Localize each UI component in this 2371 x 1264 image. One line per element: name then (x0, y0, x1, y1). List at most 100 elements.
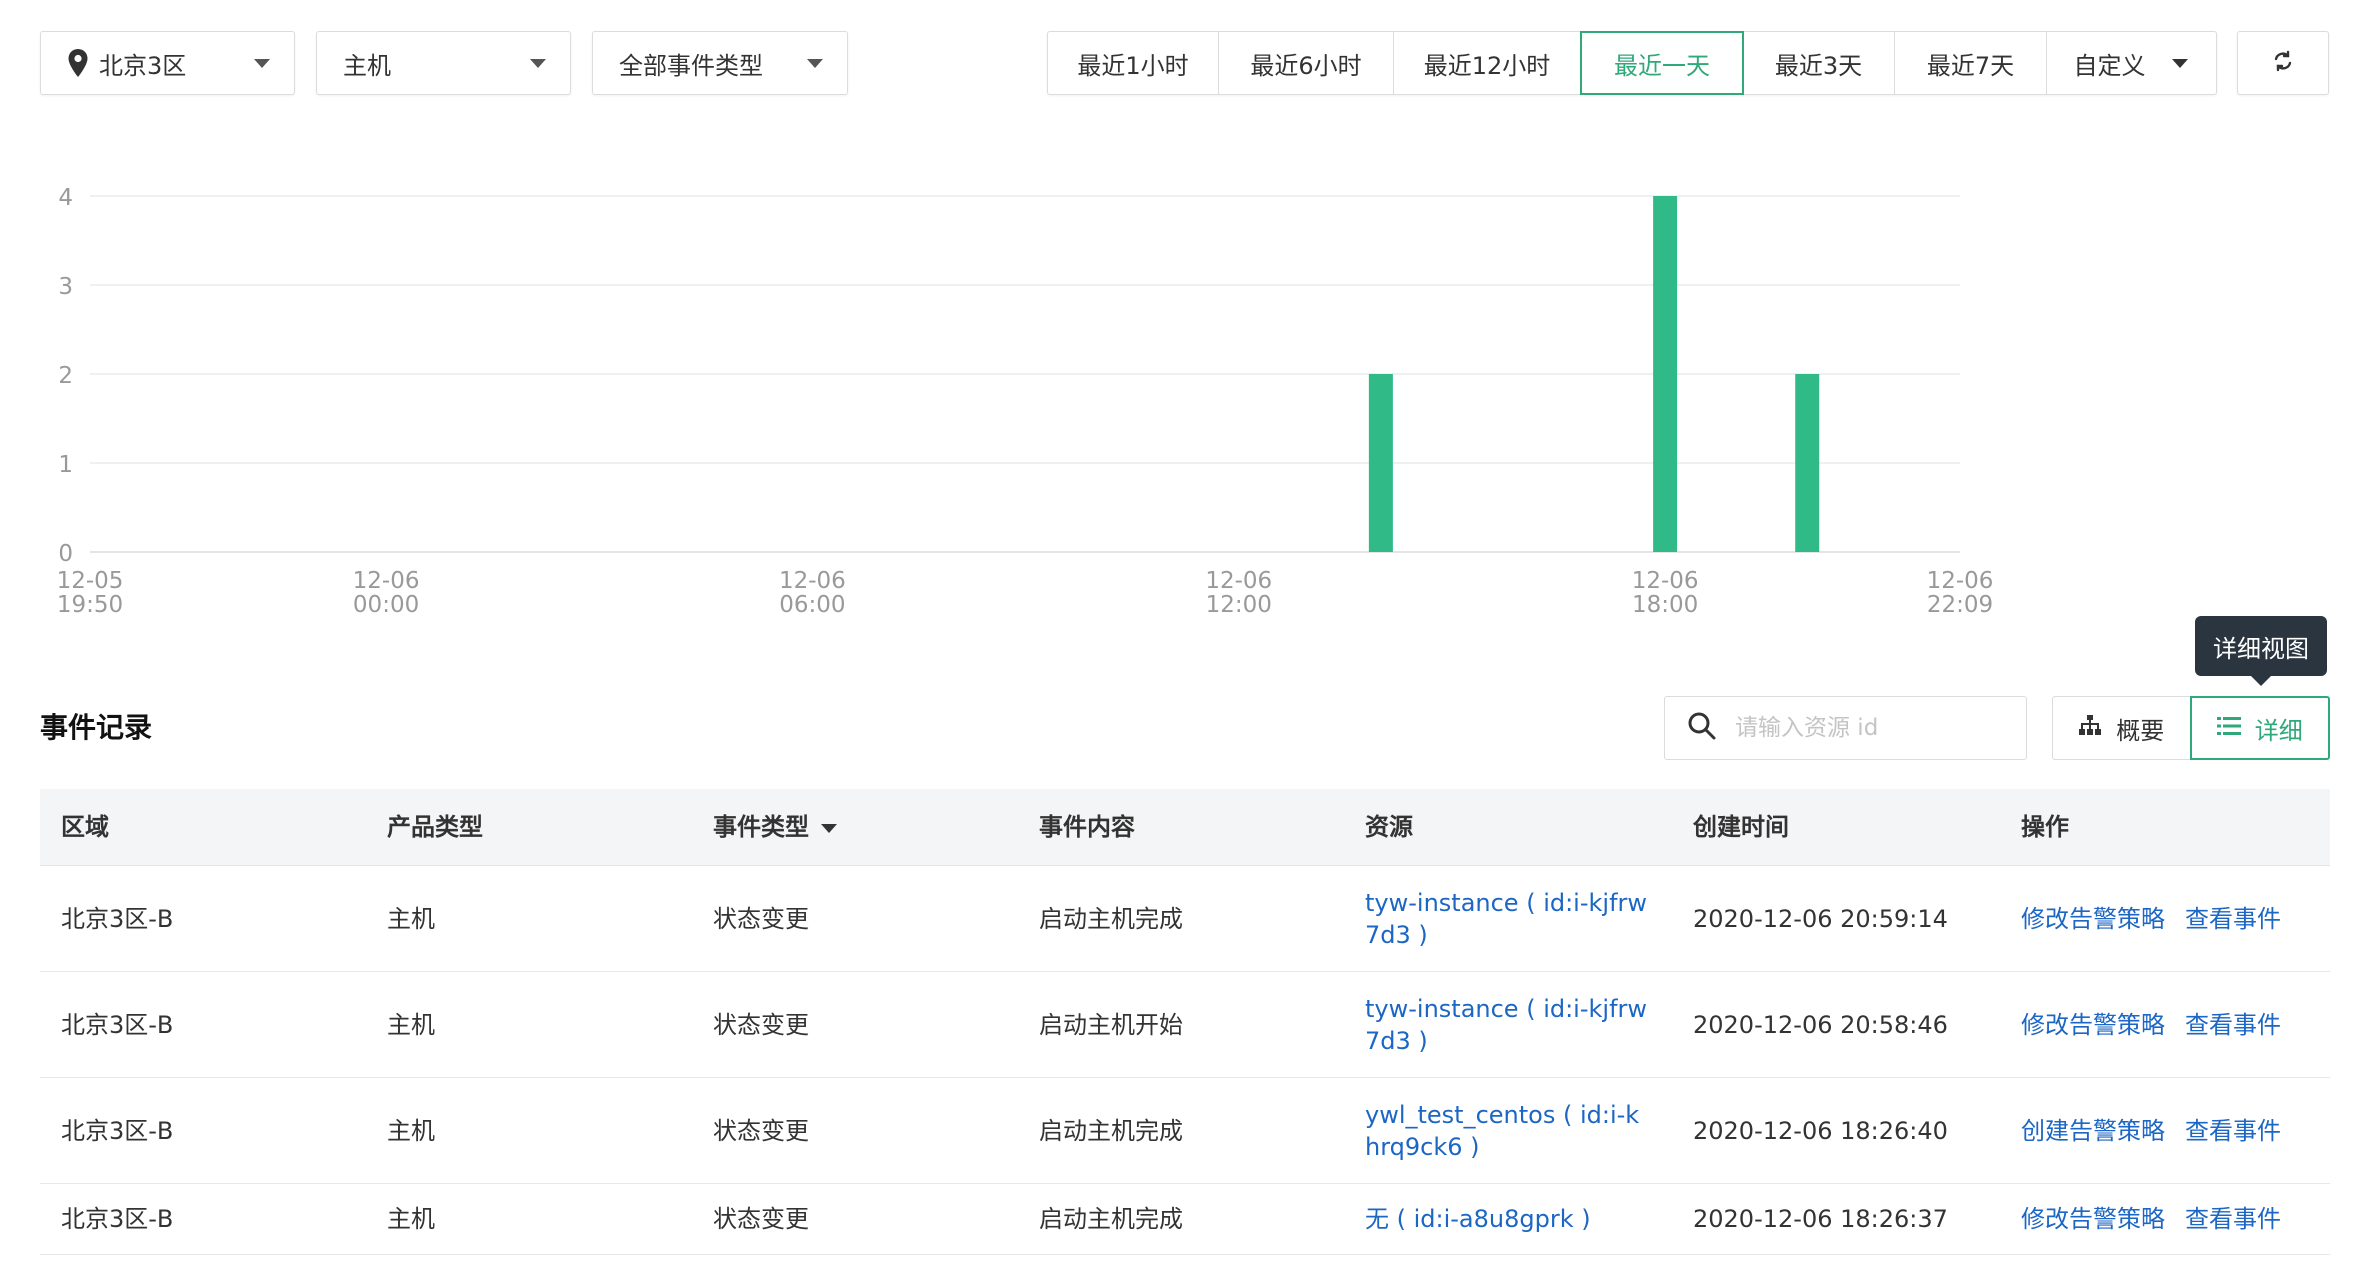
time-range-6h[interactable]: 最近6小时 (1219, 32, 1394, 94)
cell-time: 2020-12-06 20:59:14 (1693, 904, 1948, 933)
edit-alert-policy-link[interactable]: 修改告警策略 (2021, 903, 2165, 935)
cell-time: 2020-12-06 18:26:40 (1693, 1116, 1948, 1145)
detail-view-label: 详细 (2254, 716, 2303, 745)
product-select-label: 主机 (343, 51, 391, 80)
x-tick: 12-0606:00 (779, 568, 846, 618)
cell-product: 主机 (387, 1010, 435, 1039)
cell-content: 启动主机完成 (1039, 1205, 1183, 1233)
event-type-select[interactable]: 全部事件类型 (592, 31, 848, 95)
column-header-actions: 操作 (2021, 813, 2069, 841)
time-range-1d[interactable]: 最近一天 (1580, 31, 1744, 95)
cell-actions: 修改告警策略 查看事件 (2000, 1009, 2330, 1041)
view-event-link[interactable]: 查看事件 (2185, 1009, 2281, 1041)
cell-time: 2020-12-06 20:58:46 (1693, 1010, 1948, 1039)
resource-link[interactable]: ywl_test_centos ( id:i-khrq9ck6 ) (1344, 1099, 1672, 1163)
region-select-label: 北京3区 (99, 51, 187, 80)
cell-time: 2020-12-06 18:26:37 (1693, 1205, 1948, 1233)
cell-region: 北京3区-B (61, 1116, 174, 1145)
time-range-label: 自定义 (2073, 51, 2146, 80)
detail-view-button[interactable]: 详细 (2189, 696, 2330, 760)
table-row: 北京3区-B 主机 状态变更 启动主机完成 无 ( id:i-a8u8gprk … (40, 1184, 2330, 1255)
resource-link[interactable]: tyw-instance ( id:i-kjfrw7d3 ) (1344, 887, 1672, 951)
cell-actions: 修改告警策略 查看事件 (2000, 903, 2330, 935)
refresh-button[interactable] (2237, 31, 2329, 95)
chevron-down-icon (807, 58, 823, 68)
region-select[interactable]: 北京3区 (40, 31, 295, 95)
column-header-time: 创建时间 (1693, 813, 1789, 841)
product-select[interactable]: 主机 (316, 31, 571, 95)
edit-alert-policy-link[interactable]: 修改告警策略 (2021, 1009, 2165, 1041)
events-bar-chart: 01234 12-0519:5012-0600:0012-0606:0012-0… (57, 185, 1994, 618)
y-tick-label: 3 (58, 274, 73, 300)
search-icon (1687, 711, 1717, 745)
chart-bar[interactable] (1368, 374, 1393, 552)
time-range-1h[interactable]: 最近1小时 (1048, 32, 1219, 94)
y-tick-label: 2 (58, 363, 73, 389)
refresh-icon (2272, 50, 2294, 76)
create-alert-policy-link[interactable]: 创建告警策略 (2021, 1115, 2165, 1147)
column-header-event-type-label: 事件类型 (713, 813, 809, 841)
section-title: 事件记录 (40, 711, 153, 744)
chart-grid (90, 195, 1960, 553)
column-header-content: 事件内容 (1039, 813, 1135, 841)
cell-actions: 创建告警策略 查看事件 (2000, 1115, 2330, 1147)
chart-x-axis: 12-0519:5012-0600:0012-0606:0012-0612:00… (57, 568, 1994, 618)
column-header-event-type[interactable]: 事件类型 (692, 811, 1018, 843)
time-range-custom[interactable]: 自定义 (2047, 32, 2214, 94)
event-type-select-label: 全部事件类型 (619, 51, 763, 80)
x-tick: 12-0600:00 (353, 568, 420, 618)
x-tick-time: 19:50 (57, 592, 123, 618)
chevron-down-icon (530, 58, 546, 68)
x-tick: 12-0622:09 (1927, 568, 1994, 618)
cell-event-type: 状态变更 (713, 904, 809, 933)
time-range-label: 最近1小时 (1077, 51, 1189, 80)
time-range-label: 最近3天 (1774, 51, 1863, 80)
x-tick-time: 18:00 (1632, 592, 1698, 618)
filter-caret-icon[interactable] (821, 823, 837, 833)
view-event-link[interactable]: 查看事件 (2185, 1115, 2281, 1147)
summary-view-button[interactable]: 概要 (2052, 696, 2190, 760)
cell-product: 主机 (387, 1116, 435, 1145)
cell-content: 启动主机完成 (1039, 1116, 1183, 1145)
cell-product: 主机 (387, 904, 435, 933)
resource-search-input[interactable] (1733, 714, 2017, 742)
cell-event-type: 状态变更 (713, 1205, 809, 1233)
table-row: 北京3区-B 主机 状态变更 启动主机开始 tyw-instance ( id:… (40, 972, 2330, 1078)
resource-link[interactable]: tyw-instance ( id:i-kjfrw7d3 ) (1344, 993, 1672, 1057)
list-icon (2216, 714, 2241, 742)
time-range-label: 最近6小时 (1250, 51, 1362, 80)
resource-search[interactable] (1664, 696, 2027, 760)
time-range-12h[interactable]: 最近12小时 (1394, 32, 1581, 94)
cell-region: 北京3区-B (61, 1010, 174, 1039)
y-tick-label: 1 (58, 452, 73, 478)
hierarchy-icon (2078, 714, 2102, 742)
summary-view-label: 概要 (2116, 716, 2165, 745)
time-range-group: 最近1小时 最近6小时 最近12小时 最近一天 最近3天 最近7天 自定义 (1047, 31, 2217, 95)
chart-bar[interactable] (1653, 196, 1678, 552)
time-range-3d[interactable]: 最近3天 (1743, 32, 1895, 94)
view-event-link[interactable]: 查看事件 (2185, 903, 2281, 935)
time-range-7d[interactable]: 最近7天 (1895, 32, 2047, 94)
edit-alert-policy-link[interactable]: 修改告警策略 (2021, 1203, 2165, 1235)
cell-actions: 修改告警策略 查看事件 (2000, 1203, 2330, 1235)
x-tick-time: 22:09 (1927, 592, 1993, 618)
location-pin-icon (67, 48, 89, 78)
x-tick-time: 06:00 (779, 592, 845, 618)
chart-bar[interactable] (1795, 374, 1820, 552)
column-header-resource: 资源 (1365, 813, 1413, 841)
column-header-product: 产品类型 (387, 813, 483, 841)
view-event-link[interactable]: 查看事件 (2185, 1203, 2281, 1235)
chevron-down-icon (2171, 58, 2188, 68)
x-tick: 12-0612:00 (1205, 568, 1272, 618)
resource-link[interactable]: 无 ( id:i-a8u8gprk ) (1344, 1203, 1672, 1235)
cell-region: 北京3区-B (61, 1205, 174, 1233)
cell-event-type: 状态变更 (713, 1116, 809, 1145)
cell-event-type: 状态变更 (713, 1010, 809, 1039)
cell-product: 主机 (387, 1205, 435, 1233)
view-toggle: 概要 详细 (2052, 696, 2330, 760)
x-tick-date: 12-06 (1632, 568, 1699, 594)
cell-content: 启动主机开始 (1039, 1010, 1183, 1039)
cell-region: 北京3区-B (61, 904, 174, 933)
y-tick-label: 4 (58, 185, 73, 211)
x-tick-date: 12-06 (353, 568, 420, 594)
